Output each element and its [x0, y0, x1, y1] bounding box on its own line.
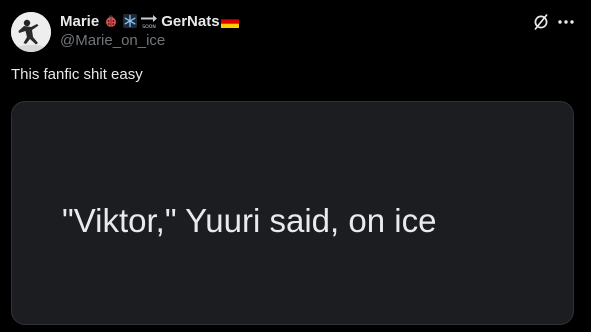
tweet-actions	[530, 11, 577, 33]
germany-flag-icon	[220, 14, 239, 28]
media-card[interactable]: "Viktor," Yuuri said, on ice	[11, 101, 574, 325]
slash-circle-icon[interactable]	[530, 11, 552, 33]
ladybug-icon	[104, 14, 118, 28]
display-name[interactable]: Marie	[60, 13, 99, 30]
more-icon[interactable]	[555, 11, 577, 33]
tweet-text: This fanfic shit easy	[11, 66, 143, 83]
display-name-secondary[interactable]: GerNats	[161, 13, 219, 30]
media-text: "Viktor," Yuuri said, on ice	[62, 202, 437, 239]
author-handle[interactable]: @Marie_on_ice	[60, 32, 165, 49]
soon-arrow-icon: SOON	[140, 12, 158, 30]
avatar[interactable]	[11, 12, 51, 52]
author-name-row: Marie SOON GerNats	[60, 11, 239, 31]
soon-label: SOON	[142, 24, 156, 30]
snowflake-icon	[122, 13, 138, 29]
